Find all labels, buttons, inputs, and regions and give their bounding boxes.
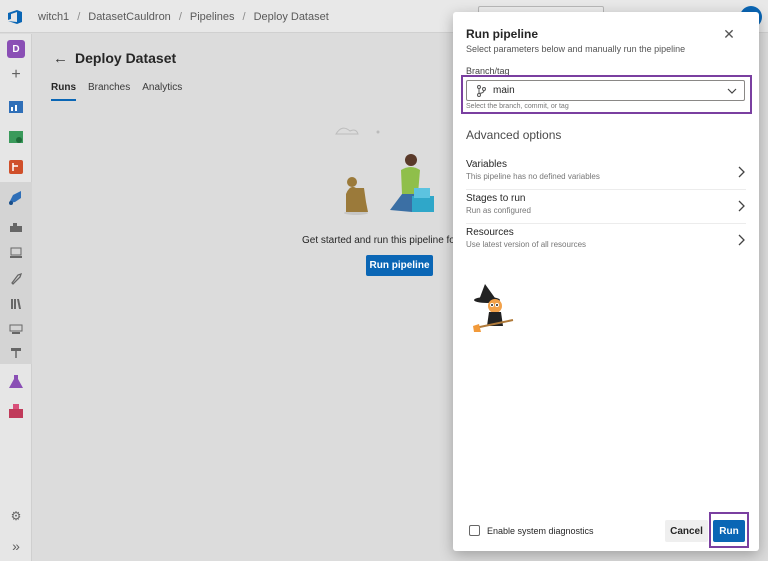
pipelines-sub-icon[interactable] xyxy=(7,218,25,236)
tab-analytics[interactable]: Analytics xyxy=(142,82,182,101)
releases-icon[interactable] xyxy=(7,270,25,288)
run-button[interactable]: Run xyxy=(713,520,745,542)
chevron-down-icon xyxy=(727,88,737,94)
run-pipeline-button[interactable]: Run pipeline xyxy=(366,255,433,276)
repos-icon[interactable] xyxy=(7,158,25,176)
left-nav: D + ⚙ » xyxy=(0,34,32,561)
boards-icon[interactable] xyxy=(7,128,25,146)
breadcrumb-pipeline[interactable]: Deploy Dataset xyxy=(254,11,329,23)
panel-subtitle: Select parameters below and manually run… xyxy=(466,44,686,54)
advanced-options-title: Advanced options xyxy=(466,128,562,142)
run-pipeline-panel: Run pipeline Select parameters below and… xyxy=(453,12,759,551)
option-resources[interactable]: Resources Use latest version of all reso… xyxy=(466,225,746,258)
azure-devops-logo-icon[interactable] xyxy=(6,8,24,26)
cancel-button[interactable]: Cancel xyxy=(665,520,708,542)
diagnostics-checkbox[interactable] xyxy=(469,525,480,536)
option-title: Resources xyxy=(466,227,514,238)
option-subtitle: Use latest version of all resources xyxy=(466,240,587,249)
close-icon[interactable]: ✕ xyxy=(721,26,737,42)
add-icon[interactable]: + xyxy=(7,66,25,84)
breadcrumb-project[interactable]: DatasetCauldron xyxy=(88,11,171,23)
page-title: Deploy Dataset xyxy=(75,50,177,66)
environments-icon[interactable] xyxy=(7,244,25,262)
breadcrumb-pipelines[interactable]: Pipelines xyxy=(190,11,235,23)
get-started-text: Get started and run this pipeline for th xyxy=(302,235,470,246)
diagnostics-option[interactable]: Enable system diagnostics xyxy=(469,525,594,536)
branch-icon xyxy=(477,84,486,97)
branch-help-text: Select the branch, commit, or tag xyxy=(466,103,569,110)
pipelines-icon[interactable] xyxy=(7,189,25,207)
tab-bar: Runs Branches Analytics xyxy=(51,82,182,101)
chevron-right-icon xyxy=(738,234,745,246)
diagnostics-label: Enable system diagnostics xyxy=(487,525,594,536)
project-icon[interactable]: D xyxy=(7,40,25,58)
deployment-groups-icon[interactable] xyxy=(7,344,25,362)
task-groups-icon[interactable] xyxy=(7,320,25,338)
library-icon[interactable] xyxy=(7,295,25,313)
artifacts-icon[interactable] xyxy=(7,402,25,420)
tab-runs[interactable]: Runs xyxy=(51,82,76,101)
overview-icon[interactable] xyxy=(7,98,25,116)
option-subtitle: Run as configured xyxy=(466,206,531,215)
chevron-right-icon xyxy=(738,200,745,212)
option-title: Stages to run xyxy=(466,193,526,204)
witch-illustration xyxy=(473,284,514,332)
expand-icon[interactable]: » xyxy=(7,537,25,555)
panel-title: Run pipeline xyxy=(466,27,538,41)
settings-icon[interactable]: ⚙ xyxy=(7,507,25,525)
breadcrumb: witch1/DatasetCauldron / Pipelines / Deploy … xyxy=(38,11,329,23)
branch-value: main xyxy=(493,85,515,96)
option-stages-to-run[interactable]: Stages to run Run as configured xyxy=(466,191,746,224)
option-title: Variables xyxy=(466,159,507,170)
chevron-right-icon xyxy=(738,166,745,178)
test-plans-icon[interactable] xyxy=(7,373,25,391)
option-subtitle: This pipeline has no defined variables xyxy=(466,172,600,181)
tab-branches[interactable]: Branches xyxy=(88,82,130,101)
branch-select[interactable]: main xyxy=(466,80,745,101)
option-variables[interactable]: Variables This pipeline has no defined v… xyxy=(466,157,746,190)
breadcrumb-org[interactable]: witch1 xyxy=(38,11,69,23)
back-arrow-icon[interactable]: ← xyxy=(53,50,68,67)
